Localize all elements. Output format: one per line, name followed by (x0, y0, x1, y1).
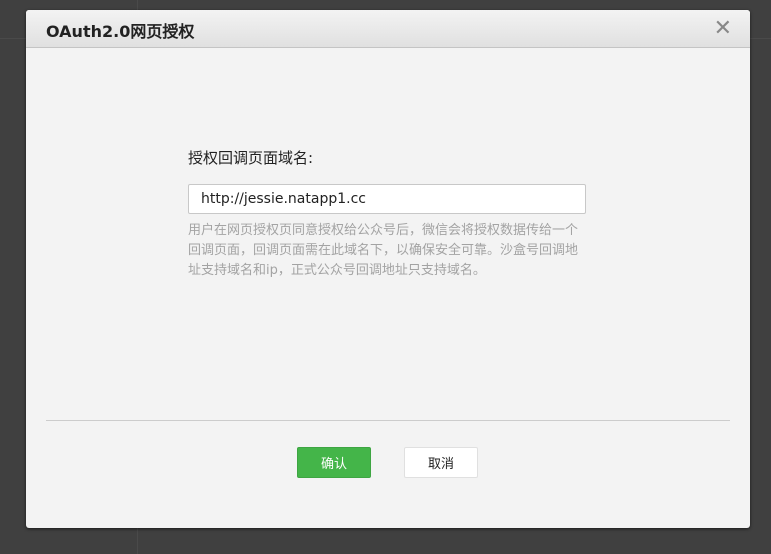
callback-domain-input[interactable] (188, 184, 586, 214)
close-icon[interactable]: ✕ (714, 16, 732, 41)
dialog-header: OAuth2.0网页授权 ✕ (26, 10, 750, 48)
callback-domain-label: 授权回调页面域名: (188, 149, 314, 167)
divider (46, 420, 730, 421)
dialog-title: OAuth2.0网页授权 (46, 22, 195, 41)
oauth-dialog: OAuth2.0网页授权 ✕ 授权回调页面域名: 用户在网页授权页同意授权给公众… (26, 10, 750, 528)
confirm-button[interactable]: 确认 (297, 447, 371, 478)
cancel-button[interactable]: 取消 (404, 447, 478, 478)
field-description: 用户在网页授权页同意授权给公众号后，微信会将授权数据传给一个回调页面，回调页面需… (188, 223, 579, 278)
